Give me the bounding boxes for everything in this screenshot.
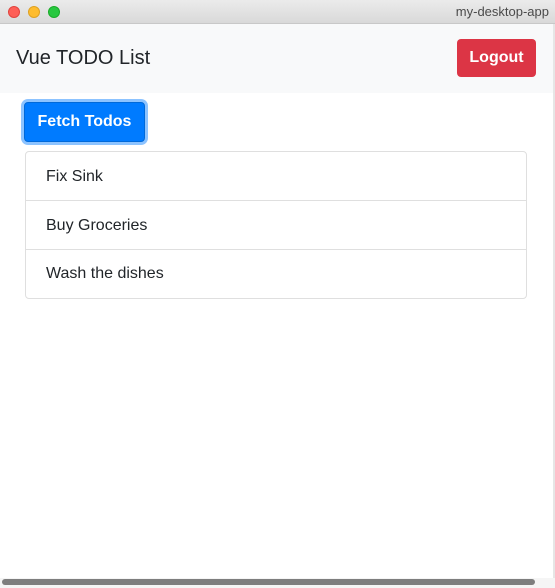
minimize-window-button[interactable]: [28, 6, 40, 18]
todo-item[interactable]: Fix Sink: [26, 152, 526, 201]
zoom-window-button[interactable]: [48, 6, 60, 18]
navbar-brand[interactable]: Vue TODO List: [16, 46, 150, 70]
app-window: my-desktop-app Vue TODO List Logout Fetc…: [0, 0, 555, 588]
scrollbar-thumb[interactable]: [2, 579, 535, 585]
logout-button[interactable]: Logout: [457, 39, 536, 77]
horizontal-scrollbar[interactable]: [0, 578, 555, 588]
fetch-todos-button[interactable]: Fetch Todos: [24, 102, 145, 142]
title-bar[interactable]: my-desktop-app: [0, 0, 555, 24]
todo-list: Fix Sink Buy Groceries Wash the dishes: [25, 151, 527, 299]
todo-item[interactable]: Buy Groceries: [26, 201, 526, 250]
window-title: my-desktop-app: [455, 4, 549, 19]
close-window-button[interactable]: [8, 6, 20, 18]
todo-item[interactable]: Wash the dishes: [26, 250, 526, 298]
navbar: Vue TODO List Logout: [0, 24, 555, 93]
